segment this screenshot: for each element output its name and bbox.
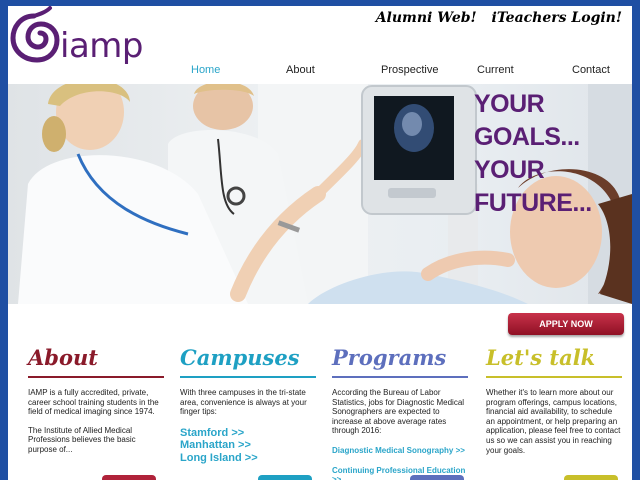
nav-home[interactable]: Home	[191, 64, 220, 76]
top-links: Alumni Web! iTeachers Login!	[366, 10, 622, 26]
nav-contact[interactable]: Contact	[572, 64, 610, 76]
campuses-title[interactable]: Campuses	[180, 344, 316, 372]
about-title[interactable]: About	[28, 344, 164, 372]
main-nav: Home About Prospective Current Contact	[8, 64, 632, 82]
nav-prospective[interactable]: Prospective	[381, 64, 438, 76]
campuses-column: Campuses With three campuses in the tri-…	[180, 344, 316, 464]
programs-text: According the Bureau of Labor Statistics…	[332, 388, 465, 436]
campus-link-stamford[interactable]: Stamford >>	[180, 427, 316, 440]
lets-talk-text: Whether it's to learn more about our pro…	[486, 388, 621, 455]
campuses-more-button[interactable]	[258, 475, 312, 480]
campus-link-long-island[interactable]: Long Island >>	[180, 452, 316, 465]
lets-talk-more-button[interactable]	[564, 475, 618, 480]
about-more-button[interactable]	[102, 475, 156, 480]
swirl-logo-icon	[10, 6, 60, 63]
programs-divider	[332, 376, 468, 378]
lets-talk-column: Let's talk Whether it's to learn more ab…	[486, 344, 622, 464]
hero-banner: YOUR GOALS... YOUR FUTURE...	[8, 84, 632, 304]
iamp-logo[interactable]: iamp	[10, 6, 160, 72]
teachers-login-link[interactable]: iTeachers Login!	[492, 10, 622, 26]
about-paragraph-2: The Institute of Allied Medical Professi…	[28, 425, 136, 454]
page: iamp Alumni Web! iTeachers Login! Home A…	[8, 6, 632, 480]
alumni-web-link[interactable]: Alumni Web!	[376, 10, 477, 26]
lets-talk-title[interactable]: Let's talk	[486, 344, 622, 372]
campuses-text: With three campuses in the tri-state are…	[180, 388, 307, 417]
hero-line-goals: YOUR GOALS...	[474, 90, 580, 151]
programs-column: Programs According the Bureau of Labor S…	[332, 344, 468, 480]
lets-talk-divider	[486, 376, 622, 378]
about-paragraph-1: IAMP is a fully accredited, private, car…	[28, 388, 159, 417]
programs-title[interactable]: Programs	[332, 344, 468, 372]
campuses-divider	[180, 376, 316, 378]
about-divider	[28, 376, 164, 378]
hero-headline: YOUR GOALS... YOUR FUTURE...	[474, 88, 632, 220]
campus-link-manhattan[interactable]: Manhattan >>	[180, 439, 316, 452]
about-column: About IAMP is a fully accredited, privat…	[28, 344, 164, 464]
column-button-stubs	[8, 475, 632, 480]
apply-now-button[interactable]: APPLY NOW	[508, 313, 624, 335]
hero-line-future: YOUR FUTURE...	[474, 156, 592, 217]
programs-more-button[interactable]	[410, 475, 464, 480]
logo-wordmark: iamp	[60, 26, 143, 66]
nav-about[interactable]: About	[286, 64, 315, 76]
nav-current[interactable]: Current	[477, 64, 514, 76]
program-link-sonography[interactable]: Diagnostic Medical Sonography >>	[332, 446, 468, 456]
